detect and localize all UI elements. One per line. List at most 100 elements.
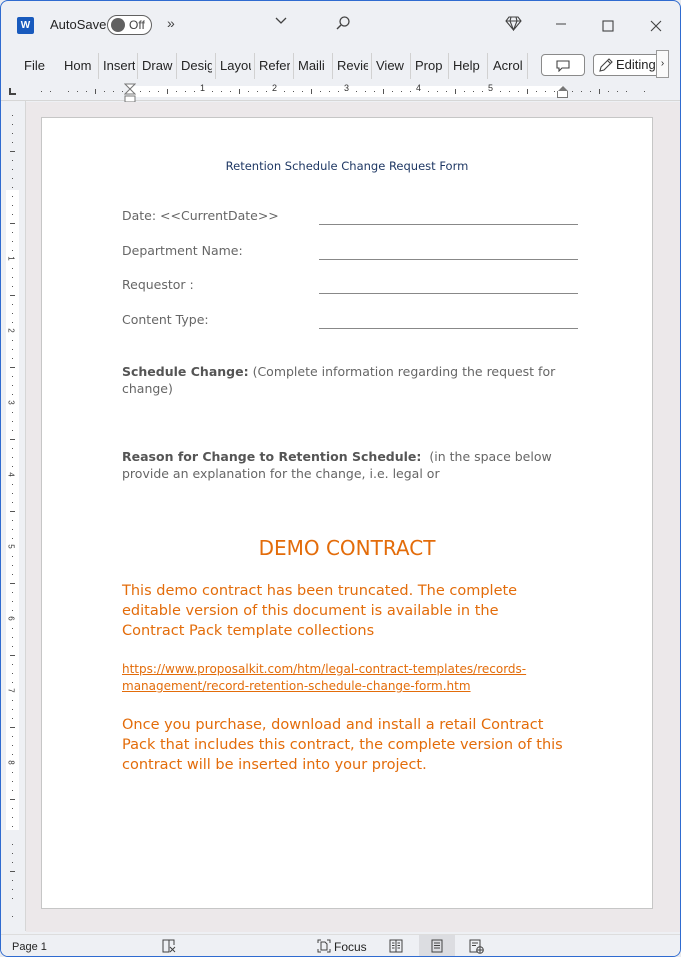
tab-divider [410,53,411,79]
tab-insert[interactable]: Insert [103,57,135,75]
requestor-label: Requestor : [122,277,194,292]
read-mode-icon[interactable] [389,939,403,956]
demo-truncated-notice: This demo contract has been truncated. T… [122,583,518,639]
right-indent-marker[interactable] [557,86,568,98]
ruler-tick [545,91,546,92]
tab-view[interactable]: View [376,57,406,75]
tab-divider [487,53,488,79]
ruler-tick [12,556,13,557]
status-bar: Page 1 Focus [1,934,680,956]
ruler-tick [293,91,294,92]
accessibility-icon[interactable] [162,939,176,956]
ruler-tick [12,754,13,755]
print-layout-button[interactable] [419,935,455,956]
ruler-tick [12,772,13,773]
tab-help[interactable]: Help [453,57,483,75]
ruler-tick [12,916,13,917]
tab-stop-selector-icon[interactable] [9,88,16,95]
schedule-change-heading: Schedule Change: [122,364,249,379]
date-field-line[interactable] [319,224,578,225]
web-layout-icon[interactable] [469,939,484,956]
ruler-tick [230,91,231,92]
tab-divider [254,53,255,79]
ruler-tick [10,511,15,512]
minimize-icon[interactable] [555,16,567,34]
content-type-field-line[interactable] [319,328,578,329]
requestor-field-line[interactable] [319,293,578,294]
ruler-tick [12,169,13,170]
ribbon-scroll-right-button[interactable]: › [656,50,669,78]
ruler-tick [77,91,78,92]
ruler-tick [437,91,438,92]
maximize-icon[interactable] [602,19,614,37]
ruler-tick [12,673,13,674]
ruler-tick [104,91,105,92]
more-commands-button[interactable]: » [167,15,175,31]
ruler-tick [617,91,618,92]
focus-icon[interactable] [317,939,331,956]
ruler-tick [12,268,13,269]
tab-acrobat[interactable]: Acrol [493,57,523,75]
tab-properties[interactable]: Prop [415,57,445,75]
left-indent-marker[interactable] [123,83,137,103]
ruler-number: 2 [272,83,278,93]
ruler-tick [12,250,13,251]
ruler-tick [392,91,393,92]
ruler-tick [455,89,456,94]
vertical-ruler-number: 2 [6,328,16,333]
tab-file[interactable]: File [24,57,46,75]
document-title: Retention Schedule Change Request Form [225,159,469,173]
tab-review[interactable]: Revie [337,57,368,75]
ruler-tick [12,160,13,161]
tab-home[interactable]: Hom [64,57,95,75]
ruler-tick [12,322,13,323]
horizontal-ruler[interactable]: 1 2 3 4 5 [1,83,680,101]
comment-icon [556,59,570,77]
autosave-toggle[interactable]: Off [107,15,152,35]
ruler-tick [12,421,13,422]
vertical-ruler[interactable]: 1 2 3 4 5 6 7 8 [5,107,20,927]
tab-design[interactable]: Desig [181,57,212,75]
ruler-tick [122,91,123,92]
ruler-tick [12,538,13,539]
ruler-tick [12,601,13,602]
ruler-tick [95,89,96,94]
ruler-tick [12,187,13,188]
department-name-field-line[interactable] [319,259,578,260]
tab-divider [98,53,99,79]
ruler-tick [12,385,13,386]
ruler-tick [12,889,13,890]
tab-mailings[interactable]: Maili [298,57,329,75]
tab-draw[interactable]: Draw [142,57,174,75]
ruler-tick [12,574,13,575]
ruler-tick [473,91,474,92]
ruler-tick [12,610,13,611]
product-link[interactable]: https://www.proposalkit.com/htm/legal-co… [122,661,582,695]
tab-divider [293,53,294,79]
focus-label[interactable]: Focus [334,940,367,954]
ruler-tick [12,817,13,818]
word-window: W AutoSave Off » File Hom Insert Draw De… [0,0,681,957]
page-indicator[interactable]: Page 1 [12,941,47,953]
ruler-tick [10,871,15,872]
print-layout-icon [430,939,444,956]
ruler-tick [428,91,429,92]
pencil-icon [598,58,613,75]
ruler-tick [12,718,13,719]
ruler-tick [248,91,249,92]
diamond-icon[interactable] [505,16,522,36]
search-icon[interactable] [335,15,351,36]
comments-button[interactable] [541,54,585,76]
ruler-tick [536,91,537,92]
ruler-tick [572,91,573,92]
ruler-tick [626,91,627,92]
close-icon[interactable] [650,19,662,37]
document-page[interactable]: Retention Schedule Change Request Form D… [41,117,653,909]
chevron-down-icon[interactable] [274,13,288,32]
ruler-tick [311,89,312,94]
tab-references[interactable]: Refer [259,57,290,75]
tab-layout[interactable]: Layou [220,57,251,75]
ruler-tick [12,124,13,125]
ruler-tick [12,808,13,809]
ruler-tick [12,142,13,143]
